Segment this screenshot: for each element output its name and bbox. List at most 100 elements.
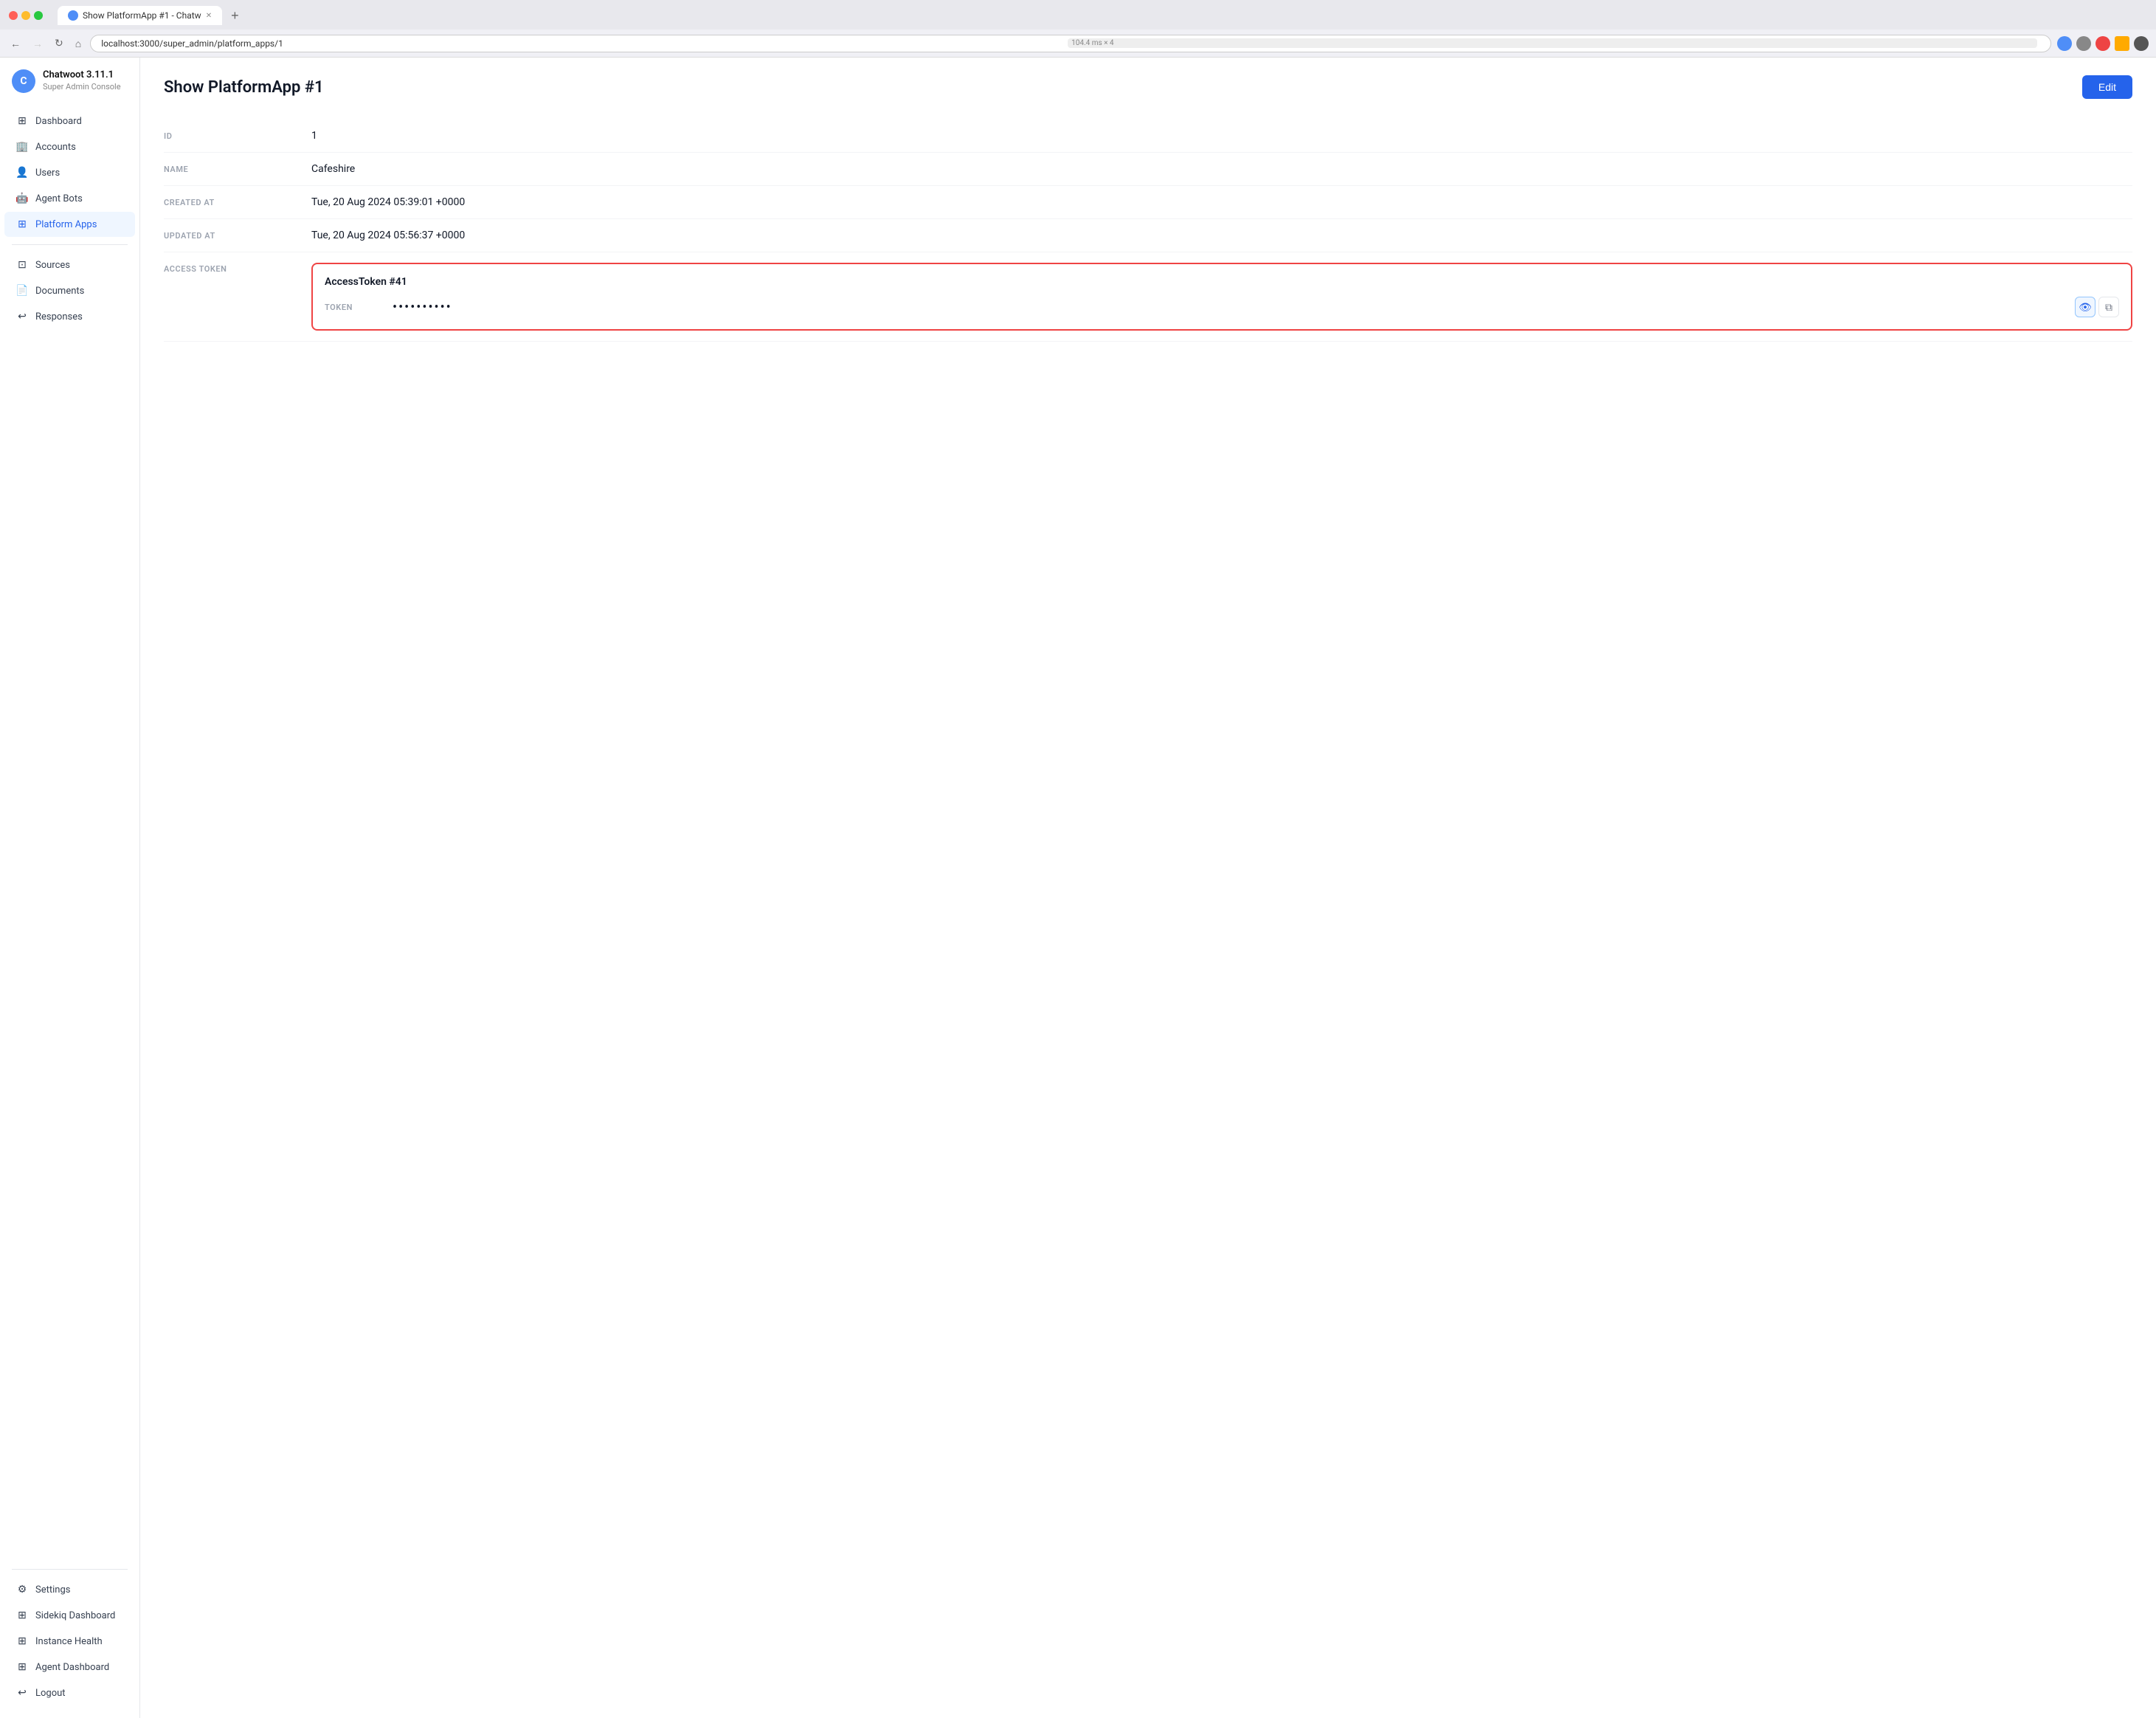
value-updated-at: Tue, 20 Aug 2024 05:56:37 +0000 <box>311 230 2132 241</box>
edit-button[interactable]: Edit <box>2082 75 2132 99</box>
responses-icon: ↩ <box>16 311 28 322</box>
perf-badge: 104.4 ms × 4 <box>1068 38 2037 48</box>
instance-health-icon: ⊞ <box>16 1635 28 1647</box>
sidebar-label-agent-dashboard: Agent Dashboard <box>35 1662 109 1673</box>
extension-icon-2[interactable] <box>2076 36 2091 51</box>
sidebar-item-documents[interactable]: 📄 Documents <box>4 278 135 303</box>
sidebar-label-logout: Logout <box>35 1688 66 1699</box>
tab-favicon <box>68 10 78 21</box>
sidebar-label-users: Users <box>35 168 60 179</box>
accounts-icon: 🏢 <box>16 141 28 153</box>
copy-token-button[interactable]: ⧉ <box>2098 297 2119 317</box>
detail-row-id: ID 1 <box>164 120 2132 153</box>
value-name: Cafeshire <box>311 163 2132 175</box>
extension-icon-3[interactable] <box>2095 36 2110 51</box>
eye-icon: 👁 <box>2079 301 2092 314</box>
traffic-lights <box>9 11 43 20</box>
sidebar-label-documents: Documents <box>35 286 84 297</box>
sidebar-label-sidekiq: Sidekiq Dashboard <box>35 1610 115 1621</box>
app-layout: C Chatwoot 3.11.1 Super Admin Console ⊞ … <box>0 58 2156 1718</box>
tab-title: Show PlatformApp #1 - Chatw <box>83 10 201 21</box>
detail-row-created-at: CREATED AT Tue, 20 Aug 2024 05:39:01 +00… <box>164 186 2132 219</box>
brand-info: Chatwoot 3.11.1 Super Admin Console <box>43 69 121 92</box>
sidebar-item-accounts[interactable]: 🏢 Accounts <box>4 134 135 159</box>
detail-row-updated-at: UPDATED AT Tue, 20 Aug 2024 05:56:37 +00… <box>164 219 2132 252</box>
agent-bots-icon: 🤖 <box>16 193 28 204</box>
label-id: ID <box>164 130 311 141</box>
browser-toolbar-icons <box>2057 36 2149 51</box>
copy-icon: ⧉ <box>2105 301 2112 314</box>
forward-button[interactable]: → <box>30 35 46 52</box>
sidebar-bottom: ⚙ Settings ⊞ Sidekiq Dashboard ⊞ Instanc… <box>0 1562 139 1706</box>
sources-icon: ⊡ <box>16 259 28 271</box>
detail-row-name: NAME Cafeshire <box>164 153 2132 186</box>
active-tab[interactable]: Show PlatformApp #1 - Chatw ✕ <box>58 6 222 25</box>
logout-icon: ↩ <box>16 1687 28 1699</box>
extension-icon-4[interactable] <box>2115 36 2129 51</box>
profile-icon[interactable] <box>2134 36 2149 51</box>
url-text: localhost:3000/super_admin/platform_apps… <box>101 38 1063 49</box>
sidebar-item-agent-bots[interactable]: 🤖 Agent Bots <box>4 186 135 211</box>
url-bar[interactable]: localhost:3000/super_admin/platform_apps… <box>90 35 2051 52</box>
sidebar-label-agent-bots: Agent Bots <box>35 193 83 204</box>
label-created-at: CREATED AT <box>164 196 311 207</box>
show-token-button[interactable]: 👁 <box>2075 297 2095 317</box>
documents-icon: 📄 <box>16 285 28 297</box>
brand-avatar: C <box>12 69 35 93</box>
sidebar-label-responses: Responses <box>35 311 83 322</box>
settings-icon: ⚙ <box>16 1584 28 1595</box>
brand-subtitle: Super Admin Console <box>43 82 121 92</box>
main-content: Show PlatformApp #1 Edit ID 1 NAME Cafes… <box>140 58 2156 1718</box>
sidebar-nav: ⊞ Dashboard 🏢 Accounts 👤 Users 🤖 Agent B… <box>0 108 139 1562</box>
page-title: Show PlatformApp #1 <box>164 78 324 97</box>
sidebar-divider-1 <box>12 244 128 245</box>
agent-dashboard-icon: ⊞ <box>16 1661 28 1673</box>
access-token-container: AccessToken #41 TOKEN •••••••••• 👁 ⧉ <box>311 263 2132 331</box>
token-value: •••••••••• <box>393 300 2066 315</box>
label-updated-at: UPDATED AT <box>164 230 311 241</box>
new-tab-button[interactable]: + <box>225 6 245 25</box>
value-id: 1 <box>311 130 2132 142</box>
token-row: TOKEN •••••••••• 👁 ⧉ <box>325 297 2119 317</box>
sidebar-label-platform-apps: Platform Apps <box>35 219 97 230</box>
sidebar-item-sidekiq[interactable]: ⊞ Sidekiq Dashboard <box>4 1603 135 1628</box>
detail-row-access-token: ACCESS TOKEN AccessToken #41 TOKEN •••••… <box>164 252 2132 342</box>
value-created-at: Tue, 20 Aug 2024 05:39:01 +0000 <box>311 196 2132 208</box>
minimize-button[interactable] <box>21 11 30 20</box>
extension-icon-1[interactable] <box>2057 36 2072 51</box>
sidebar-item-instance-health[interactable]: ⊞ Instance Health <box>4 1629 135 1654</box>
browser-chrome: Show PlatformApp #1 - Chatw ✕ + <box>0 0 2156 30</box>
token-actions: 👁 ⧉ <box>2075 297 2119 317</box>
sidebar-item-logout[interactable]: ↩ Logout <box>4 1680 135 1705</box>
page-header: Show PlatformApp #1 Edit <box>164 75 2132 99</box>
dashboard-icon: ⊞ <box>16 115 28 127</box>
sidebar-item-responses[interactable]: ↩ Responses <box>4 304 135 329</box>
sidebar-item-users[interactable]: 👤 Users <box>4 160 135 185</box>
token-name: AccessToken #41 <box>325 276 2119 288</box>
tab-bar: Show PlatformApp #1 - Chatw ✕ + <box>58 6 245 25</box>
sidebar-brand: C Chatwoot 3.11.1 Super Admin Console <box>0 69 139 108</box>
back-button[interactable]: ← <box>7 35 24 52</box>
sidebar: C Chatwoot 3.11.1 Super Admin Console ⊞ … <box>0 58 140 1718</box>
sidebar-divider-2 <box>12 1569 128 1570</box>
sidebar-item-sources[interactable]: ⊡ Sources <box>4 252 135 277</box>
sidebar-label-settings: Settings <box>35 1584 70 1595</box>
detail-table: ID 1 NAME Cafeshire CREATED AT Tue, 20 A… <box>164 120 2132 342</box>
users-icon: 👤 <box>16 167 28 179</box>
reload-button[interactable]: ↻ <box>52 34 66 52</box>
sidebar-label-accounts: Accounts <box>35 142 76 153</box>
sidebar-item-dashboard[interactable]: ⊞ Dashboard <box>4 108 135 134</box>
tab-close-icon[interactable]: ✕ <box>206 12 212 20</box>
sidebar-item-settings[interactable]: ⚙ Settings <box>4 1577 135 1602</box>
sidebar-item-platform-apps[interactable]: ⊞ Platform Apps <box>4 212 135 237</box>
home-button[interactable]: ⌂ <box>72 35 84 52</box>
access-token-box: AccessToken #41 TOKEN •••••••••• 👁 ⧉ <box>311 263 2132 331</box>
fullscreen-button[interactable] <box>34 11 43 20</box>
label-name: NAME <box>164 163 311 174</box>
label-access-token: ACCESS TOKEN <box>164 263 311 274</box>
platform-apps-icon: ⊞ <box>16 218 28 230</box>
token-label: TOKEN <box>325 303 384 312</box>
sidebar-item-agent-dashboard[interactable]: ⊞ Agent Dashboard <box>4 1655 135 1680</box>
browser-toolbar: ← → ↻ ⌂ localhost:3000/super_admin/platf… <box>0 30 2156 58</box>
close-button[interactable] <box>9 11 18 20</box>
